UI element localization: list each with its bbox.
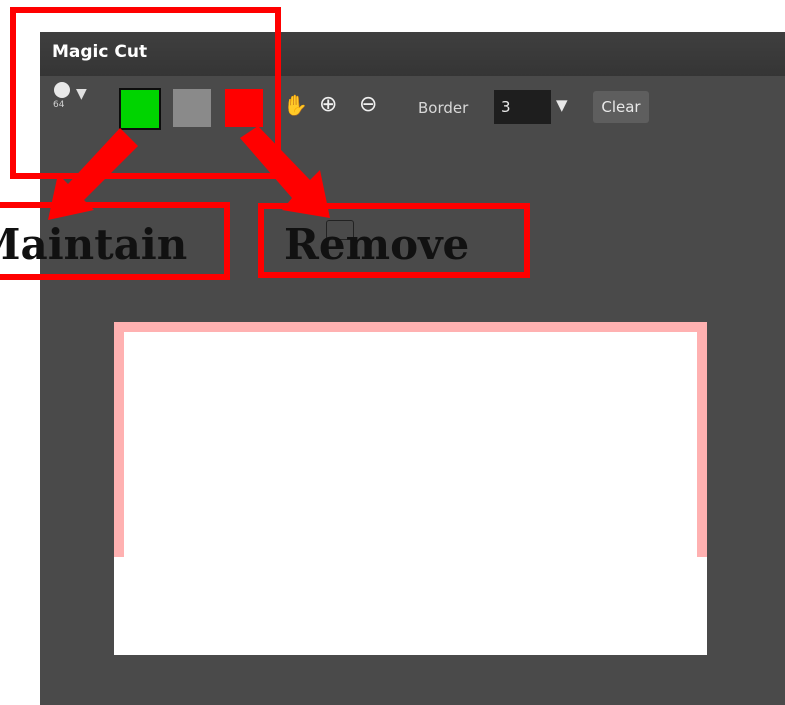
remove-arrow [240, 126, 330, 218]
maintain-arrow [48, 128, 138, 220]
annotation-arrows [48, 126, 330, 220]
